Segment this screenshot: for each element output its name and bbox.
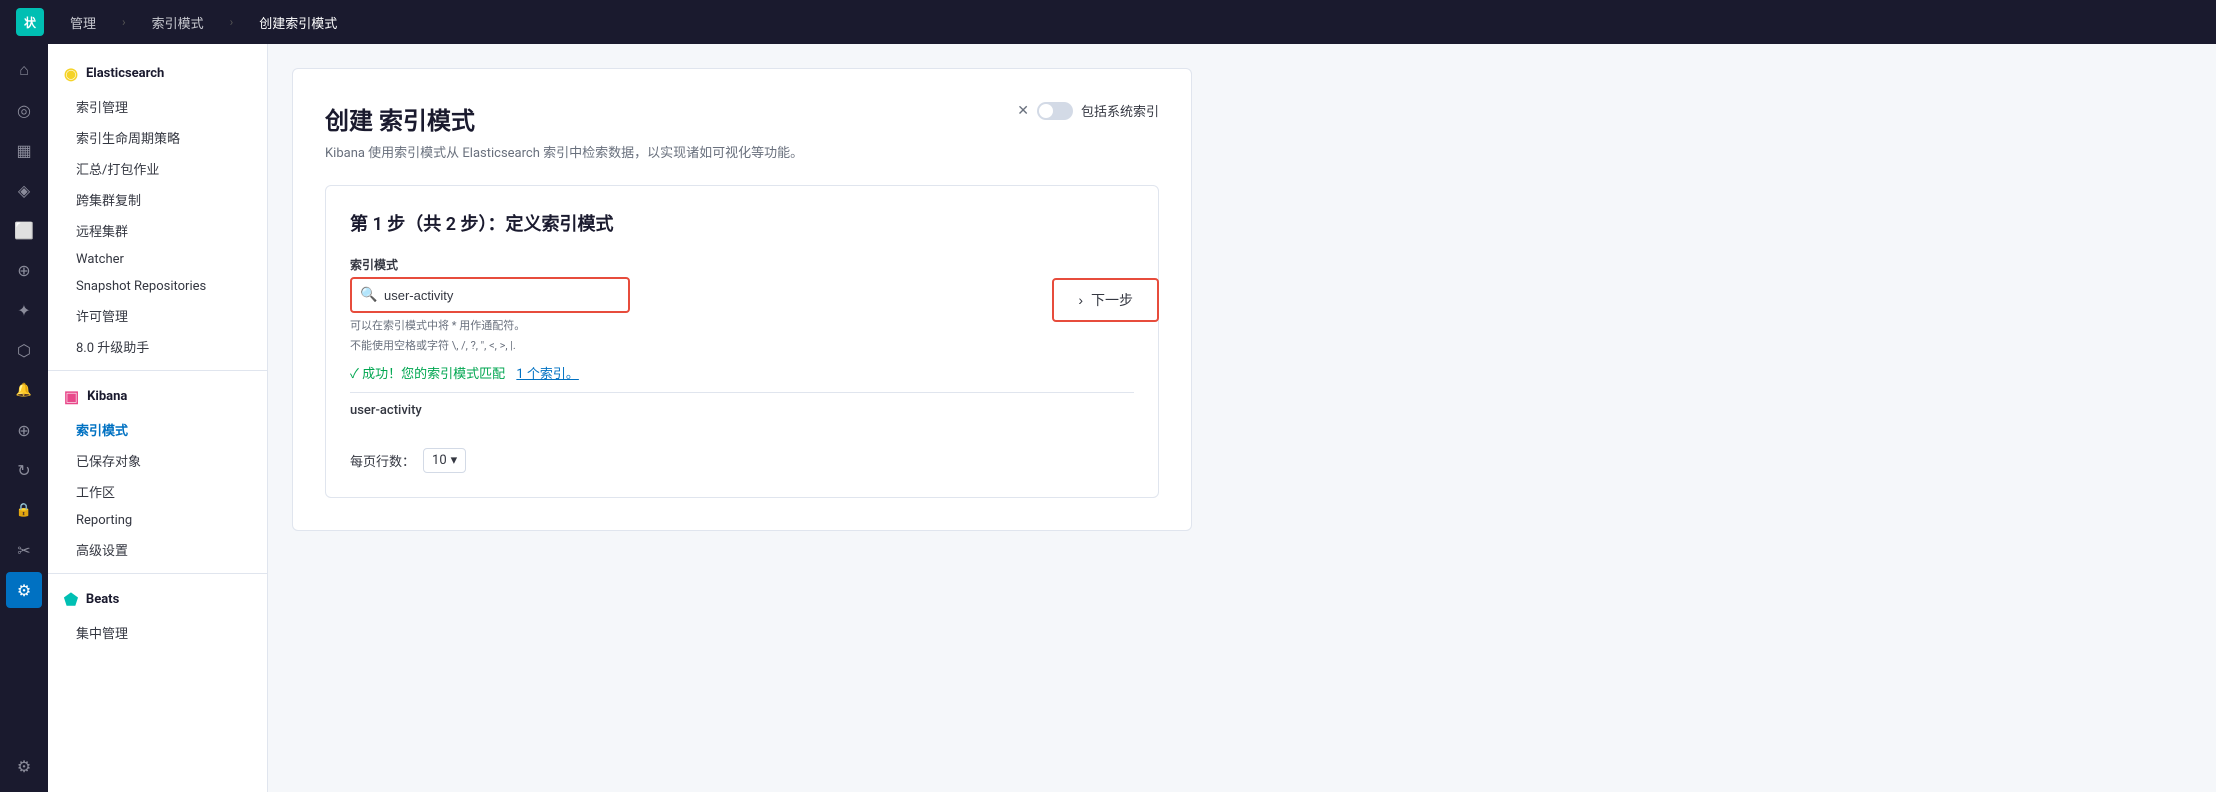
chevron-down-icon: ▾ bbox=[451, 453, 458, 468]
home-icon[interactable]: ⌂ bbox=[6, 52, 42, 88]
step-title: 第 1 步（共 2 步）：定义索引模式 bbox=[350, 210, 1134, 236]
nav-item-central-mgmt[interactable]: 集中管理 bbox=[48, 617, 267, 648]
dev-tools-icon[interactable]: ✂ bbox=[6, 532, 42, 568]
kibana-icon: ▣ bbox=[64, 387, 79, 406]
nav-item-snapshot[interactable]: Snapshot Repositories bbox=[48, 273, 267, 300]
section-beats: ⬟ Beats bbox=[48, 582, 267, 617]
graph-icon[interactable]: ⬡ bbox=[6, 332, 42, 368]
card-title: 创建 索引模式 bbox=[325, 101, 803, 136]
app-logo: 状 bbox=[16, 8, 44, 36]
apm-icon[interactable]: ⊕ bbox=[6, 412, 42, 448]
nav-divider-2 bbox=[48, 573, 267, 574]
step-container: 第 1 步（共 2 步）：定义索引模式 索引模式 🔍 可以在索引模式中将 * 用… bbox=[325, 185, 1159, 498]
discover-icon[interactable]: ◎ bbox=[6, 92, 42, 128]
nav-item-ilm[interactable]: 索引生命周期策略 bbox=[48, 122, 267, 153]
nav-item-watcher[interactable]: Watcher bbox=[48, 246, 267, 273]
nav-item-workspaces[interactable]: 工作区 bbox=[48, 476, 267, 507]
content-card: 创建 索引模式 Kibana 使用索引模式从 Elasticsearch 索引中… bbox=[292, 68, 1192, 531]
section-kibana: ▣ Kibana bbox=[48, 379, 267, 414]
result-item: user-activity bbox=[350, 392, 1134, 428]
nav-item-license[interactable]: 许可管理 bbox=[48, 300, 267, 331]
nav-item-reporting[interactable]: Reporting bbox=[48, 507, 267, 534]
search-icon: 🔍 bbox=[360, 287, 377, 303]
visualize-icon[interactable]: ◈ bbox=[6, 172, 42, 208]
nav-item-ccr[interactable]: 跨集群复制 bbox=[48, 184, 267, 215]
left-nav: ◉ Elasticsearch 索引管理 索引生命周期策略 汇总/打包作业 跨集… bbox=[48, 44, 268, 792]
card-header-text: 创建 索引模式 Kibana 使用索引模式从 Elasticsearch 索引中… bbox=[325, 101, 803, 161]
alerting-icon[interactable]: 🔔 bbox=[6, 372, 42, 408]
success-text: ✓ 成功！您的索引模式匹配 bbox=[350, 363, 505, 382]
field-hint-2: 不能使用空格或字符 \, /, ?, ", <, >, |. bbox=[350, 337, 1134, 353]
nav-item-index-mgmt[interactable]: 索引管理 bbox=[48, 91, 267, 122]
toggle-knob bbox=[1039, 104, 1053, 118]
field-hint-1: 可以在索引模式中将 * 用作通配符。 bbox=[350, 317, 1134, 333]
breadcrumb-sep-1: › bbox=[122, 15, 126, 29]
rows-per-page-select[interactable]: 10 ▾ bbox=[423, 448, 466, 473]
next-step-button[interactable]: › 下一步 bbox=[1052, 278, 1159, 322]
input-wrapper: 🔍 bbox=[350, 277, 630, 313]
management-icon[interactable]: ⚙ bbox=[6, 572, 42, 608]
success-link[interactable]: 1 个索引。 bbox=[516, 363, 579, 382]
section-elasticsearch: ◉ Elasticsearch bbox=[48, 56, 267, 91]
nav-item-remote-clusters[interactable]: 远程集群 bbox=[48, 215, 267, 246]
nav-item-advanced-settings[interactable]: 高级设置 bbox=[48, 534, 267, 565]
security-icon[interactable]: 🔒 bbox=[6, 492, 42, 528]
canvas-icon[interactable]: ⬜ bbox=[6, 212, 42, 248]
nav-item-index-patterns[interactable]: 索引模式 bbox=[48, 414, 267, 445]
maps-icon[interactable]: ⊕ bbox=[6, 252, 42, 288]
nav-create-index: 创建索引模式 bbox=[253, 9, 343, 36]
field-label: 索引模式 bbox=[350, 256, 1134, 273]
settings-icon[interactable]: ⚙ bbox=[6, 748, 42, 784]
next-label: 下一步 bbox=[1091, 290, 1133, 310]
close-icon: ✕ bbox=[1017, 103, 1029, 119]
icon-sidebar: ⌂ ◎ ▦ ◈ ⬜ ⊕ ✦ ⬡ 🔔 ⊕ ↻ 🔒 ✂ ⚙ ⚙ bbox=[0, 44, 48, 792]
ml-icon[interactable]: ✦ bbox=[6, 292, 42, 328]
top-nav: 状 管理 › 索引模式 › 创建索引模式 bbox=[0, 0, 2216, 44]
include-system-toggle-switch[interactable] bbox=[1037, 102, 1073, 120]
include-system-toggle-row: ✕ 包括系统索引 bbox=[1017, 101, 1159, 120]
elasticsearch-icon: ◉ bbox=[64, 64, 78, 83]
index-pattern-field: 索引模式 🔍 可以在索引模式中将 * 用作通配符。 不能使用空格或字符 \, /… bbox=[350, 256, 1134, 353]
nav-item-upgrade[interactable]: 8.0 升级助手 bbox=[48, 331, 267, 362]
nav-item-saved-objects[interactable]: 已保存对象 bbox=[48, 445, 267, 476]
main-layout: ⌂ ◎ ▦ ◈ ⬜ ⊕ ✦ ⬡ 🔔 ⊕ ↻ 🔒 ✂ ⚙ ⚙ ◉ Elastics… bbox=[0, 44, 2216, 792]
nav-divider-1 bbox=[48, 370, 267, 371]
success-message: ✓ 成功！您的索引模式匹配 1 个索引。 bbox=[350, 363, 1134, 382]
nav-item-rollup[interactable]: 汇总/打包作业 bbox=[48, 153, 267, 184]
nav-management[interactable]: 管理 bbox=[64, 9, 102, 36]
include-system-label: 包括系统索引 bbox=[1081, 101, 1159, 120]
beats-icon: ⬟ bbox=[64, 590, 78, 609]
index-pattern-input[interactable] bbox=[350, 277, 630, 313]
next-btn-wrapper: › 下一步 bbox=[1052, 278, 1159, 322]
uptime-icon[interactable]: ↻ bbox=[6, 452, 42, 488]
pagination-label: 每页行数： bbox=[350, 451, 415, 470]
card-header: 创建 索引模式 Kibana 使用索引模式从 Elasticsearch 索引中… bbox=[325, 101, 1159, 161]
dashboard-icon[interactable]: ▦ bbox=[6, 132, 42, 168]
next-icon: › bbox=[1078, 292, 1083, 308]
nav-index-patterns[interactable]: 索引模式 bbox=[146, 9, 210, 36]
pagination-row: 每页行数： 10 ▾ bbox=[350, 440, 1134, 473]
card-subtitle: Kibana 使用索引模式从 Elasticsearch 索引中检索数据，以实现… bbox=[325, 142, 803, 161]
main-content: 创建 索引模式 Kibana 使用索引模式从 Elasticsearch 索引中… bbox=[268, 44, 2216, 792]
breadcrumb-sep-2: › bbox=[230, 15, 234, 29]
